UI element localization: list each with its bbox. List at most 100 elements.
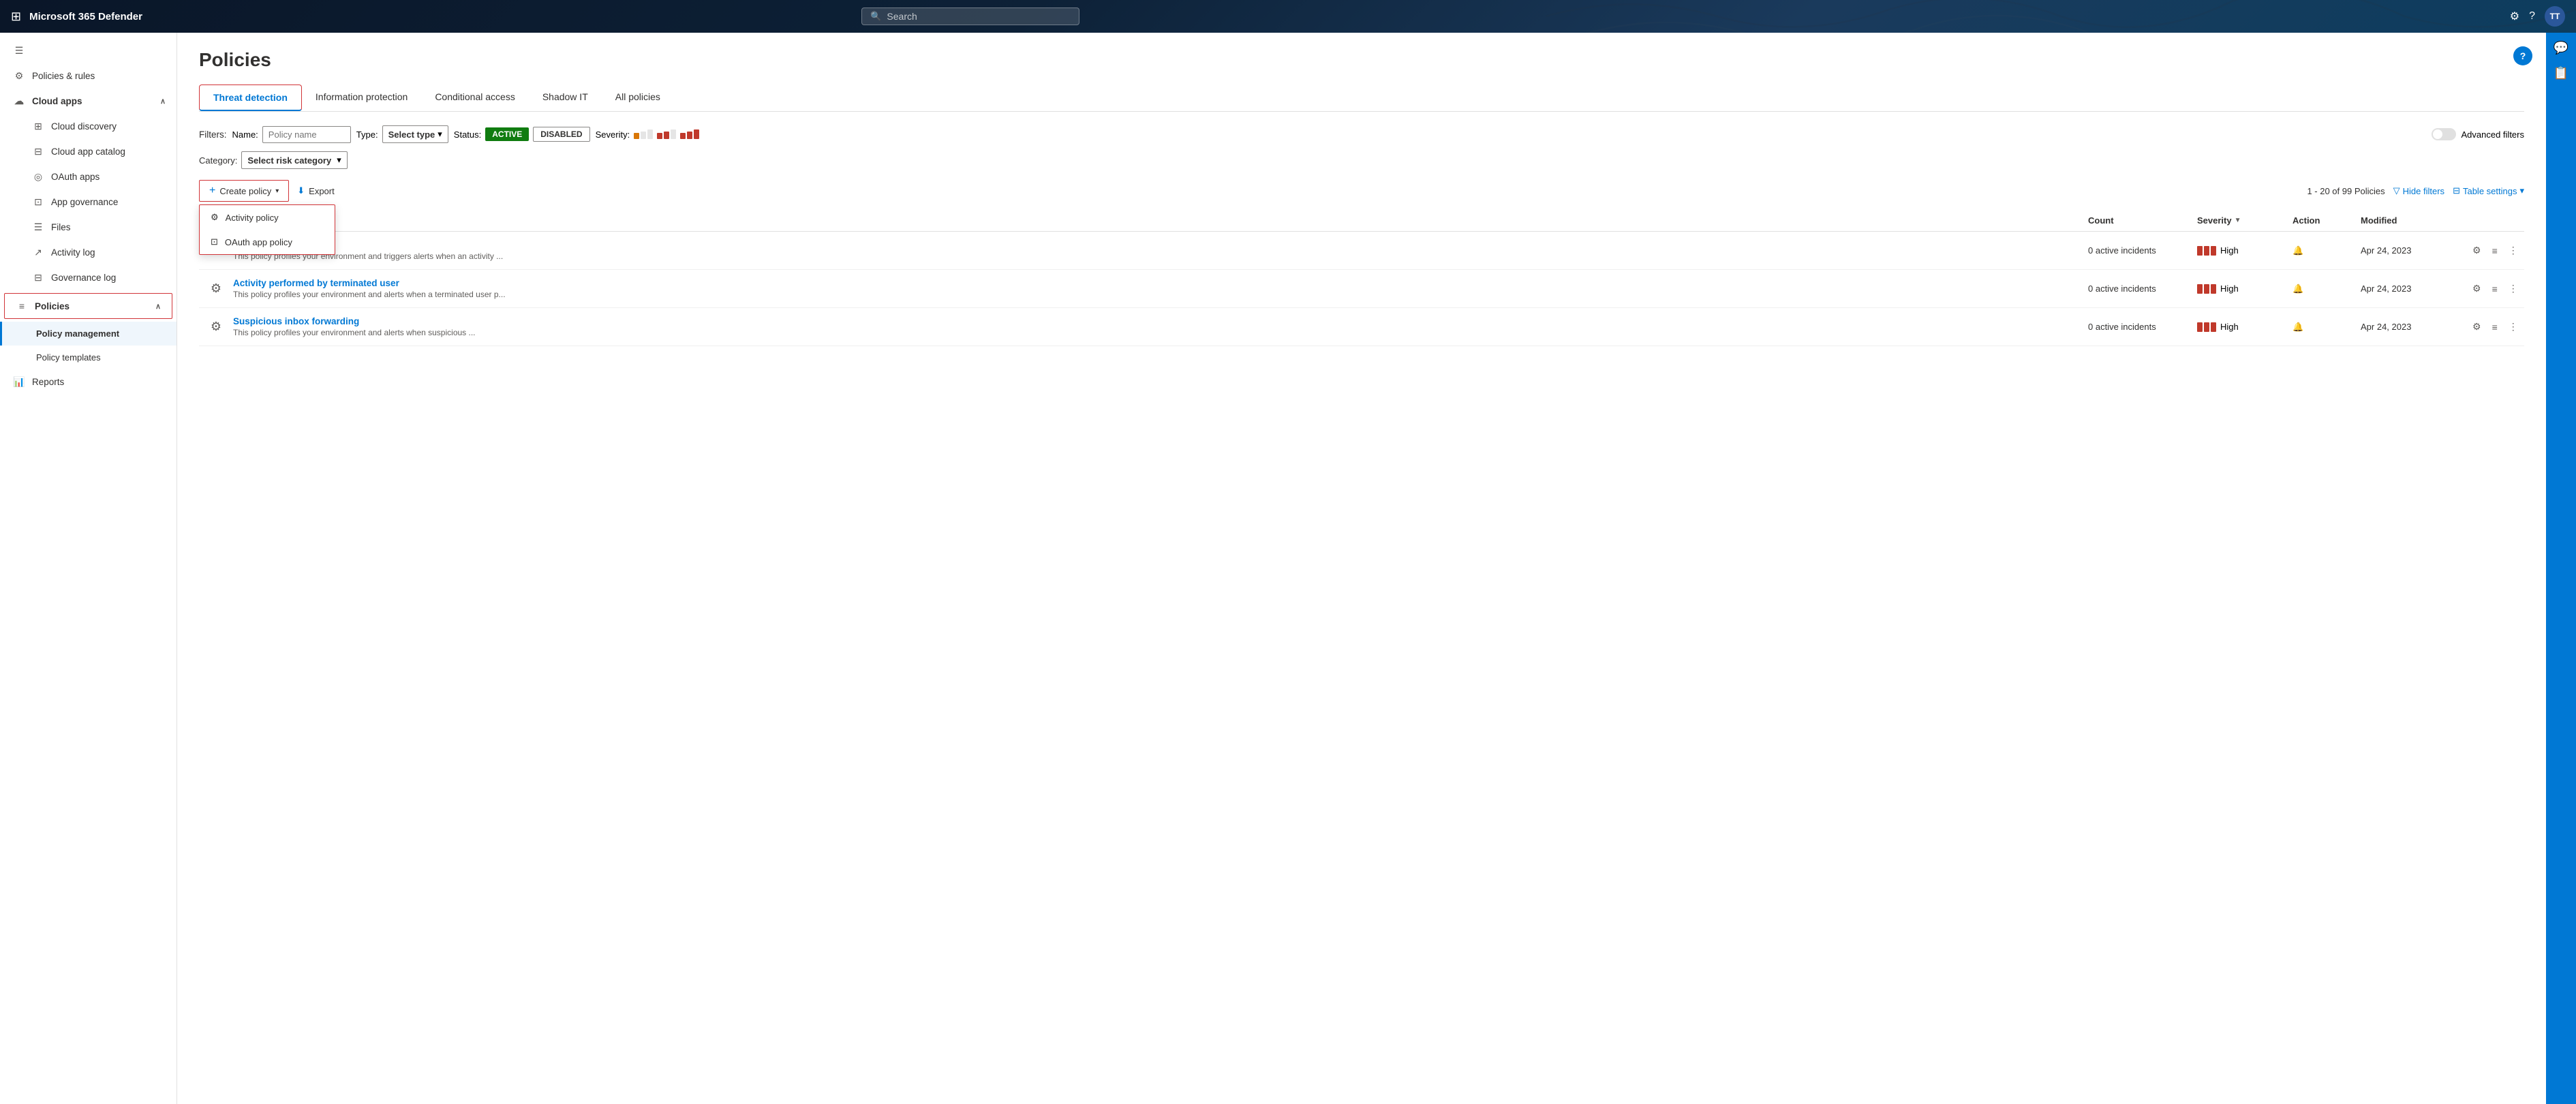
sidebar-section-cloud-apps[interactable]: ☁ Cloud apps ∧ <box>0 89 177 114</box>
sidebar-item-cloud-discovery[interactable]: ⊞ Cloud discovery <box>0 114 177 139</box>
files-icon: ☰ <box>32 221 44 233</box>
export-button[interactable]: ⬇ Export <box>297 185 334 196</box>
tab-shadow-it[interactable]: Shadow IT <box>529 85 602 111</box>
policy-description: This policy profiles your environment an… <box>233 290 2088 299</box>
help-button[interactable]: ? <box>2513 46 2532 65</box>
sidebar-item-policy-management[interactable]: Policy management <box>0 322 177 346</box>
row-settings-btn[interactable]: ⚙ <box>2470 320 2484 334</box>
sidebar-item-oauth-apps[interactable]: ◎ OAuth apps <box>0 164 177 189</box>
severity-icons <box>634 129 699 139</box>
col-severity-header[interactable]: Severity ▼ <box>2197 215 2293 226</box>
app-title: Microsoft 365 Defender <box>29 11 142 22</box>
row-count: 0 active incidents <box>2088 245 2197 256</box>
sidebar-hamburger[interactable]: ☰ <box>0 38 177 63</box>
policy-name-link[interactable]: Activity performed by terminated user <box>233 278 2088 288</box>
policy-tabs: Threat detection Information protection … <box>199 85 2524 112</box>
status-label: Status: <box>454 129 481 140</box>
toolbar-right: 1 - 20 of 99 Policies ▽ Hide filters ⊟ T… <box>2307 185 2524 196</box>
severity-sort-icon[interactable]: ▼ <box>2235 217 2241 224</box>
row-list-btn[interactable]: ≡ <box>2489 244 2500 258</box>
policy-name-link[interactable]: Activity <box>233 240 2088 250</box>
policy-name-input[interactable] <box>262 126 351 143</box>
apps-grid-icon[interactable]: ⊞ <box>11 10 21 24</box>
severity-low[interactable] <box>634 129 653 139</box>
row-settings-btn[interactable]: ⚙ <box>2470 243 2484 258</box>
settings-icon[interactable]: ⚙ <box>2510 10 2519 23</box>
sidebar-label: Policy templates <box>36 352 101 363</box>
advanced-filters-toggle[interactable] <box>2432 128 2456 140</box>
row-actions: ⚙ ≡ ⋮ <box>2470 243 2524 258</box>
oauth-app-policy-option[interactable]: ⊡ OAuth app policy <box>200 230 335 254</box>
tab-conditional-access[interactable]: Conditional access <box>421 85 529 111</box>
sidebar-item-cloud-app-catalog[interactable]: ⊟ Cloud app catalog <box>0 139 177 164</box>
sidebar-item-policy-templates[interactable]: Policy templates <box>0 346 177 369</box>
severity-label: High <box>2220 322 2239 332</box>
activity-policy-icon: ⚙ <box>211 212 219 223</box>
status-disabled-btn[interactable]: DISABLED <box>533 127 589 142</box>
sidebar-item-governance-log[interactable]: ⊟ Governance log <box>0 265 177 290</box>
chat-support-icon[interactable]: 💬 <box>2554 41 2569 55</box>
create-policy-button[interactable]: + Create policy ▾ <box>199 180 289 202</box>
severity-high-badge <box>2197 246 2216 256</box>
sidebar-label: Reports <box>32 377 64 387</box>
right-sidebar: 💬 📋 <box>2546 33 2576 1104</box>
advanced-filters-label: Advanced filters <box>2462 129 2525 140</box>
tab-all-policies[interactable]: All policies <box>602 85 674 111</box>
user-avatar[interactable]: TT <box>2545 6 2565 27</box>
type-value: Select type <box>388 129 435 140</box>
hide-filters-btn[interactable]: ▽ Hide filters <box>2393 185 2444 196</box>
severity-medium[interactable] <box>657 129 676 139</box>
col-action-header: Action <box>2293 215 2361 226</box>
row-count: 0 active incidents <box>2088 283 2197 294</box>
chevron-up-icon: ∧ <box>160 97 166 106</box>
search-icon: 🔍 <box>870 11 881 22</box>
nav-right-icons: ⚙ ? TT <box>2510 6 2565 27</box>
row-more-btn[interactable]: ⋮ <box>2506 320 2521 334</box>
sidebar-item-policies-rules[interactable]: ⚙ Policies & rules <box>0 63 177 89</box>
search-bar[interactable]: 🔍 <box>861 7 1079 25</box>
row-name: Activity performed by terminated user Th… <box>233 278 2088 299</box>
row-settings-btn[interactable]: ⚙ <box>2470 281 2484 296</box>
sidebar-item-app-governance[interactable]: ⊡ App governance <box>0 189 177 215</box>
tab-information-protection[interactable]: Information protection <box>302 85 421 111</box>
table-settings-icon: ⊟ <box>2453 185 2460 196</box>
row-severity: High <box>2197 245 2293 256</box>
category-select[interactable]: Select risk category ▾ <box>241 151 347 169</box>
sidebar-section-policies[interactable]: ≡ Policies ∧ <box>4 293 172 319</box>
type-select[interactable]: Select type ▾ <box>382 125 448 143</box>
create-policy-dropdown: ⚙ Activity policy ⊡ OAuth app policy <box>199 204 335 255</box>
bell-icon: 🔔 <box>2293 322 2303 332</box>
sidebar-item-files[interactable]: ☰ Files <box>0 215 177 240</box>
row-more-btn[interactable]: ⋮ <box>2506 281 2521 296</box>
row-modified: Apr 24, 2023 <box>2361 245 2470 256</box>
oauth-app-policy-icon: ⊡ <box>211 236 218 247</box>
search-input[interactable] <box>887 11 1071 22</box>
policy-name-link[interactable]: Suspicious inbox forwarding <box>233 316 2088 326</box>
category-label: Category: <box>199 155 237 166</box>
table-settings-btn[interactable]: ⊟ Table settings ▾ <box>2453 185 2524 196</box>
row-list-btn[interactable]: ≡ <box>2489 320 2500 334</box>
policy-description: This policy profiles your environment an… <box>233 251 2088 261</box>
policy-count: 1 - 20 of 99 Policies <box>2307 186 2385 196</box>
feedback-icon[interactable]: 📋 <box>2554 66 2569 80</box>
sidebar-label: App governance <box>51 197 118 207</box>
activity-policy-option[interactable]: ⚙ Activity policy <box>200 205 335 230</box>
status-active-btn[interactable]: ACTIVE <box>485 127 529 141</box>
policies-icon: ≡ <box>16 301 28 311</box>
severity-high[interactable] <box>680 129 699 139</box>
filters-label: Filters: <box>199 129 227 140</box>
sidebar: ☰ ⚙ Policies & rules ☁ Cloud apps ∧ ⊞ Cl… <box>0 33 177 1104</box>
activity-policy-label: Activity policy <box>226 213 279 223</box>
app-governance-icon: ⊡ <box>32 196 44 208</box>
help-icon[interactable]: ? <box>2529 10 2535 22</box>
row-list-btn[interactable]: ≡ <box>2489 282 2500 296</box>
sidebar-item-activity-log[interactable]: ↗ Activity log <box>0 240 177 265</box>
severity-label: High <box>2220 283 2239 294</box>
col-modified-header: Modified <box>2361 215 2470 226</box>
sidebar-item-reports[interactable]: 📊 Reports <box>0 369 177 395</box>
export-label: Export <box>309 186 335 196</box>
row-more-btn[interactable]: ⋮ <box>2506 243 2521 258</box>
row-name: Suspicious inbox forwarding This policy … <box>233 316 2088 337</box>
type-filter: Type: Select type ▾ <box>356 125 448 143</box>
tab-threat-detection[interactable]: Threat detection <box>199 85 302 111</box>
